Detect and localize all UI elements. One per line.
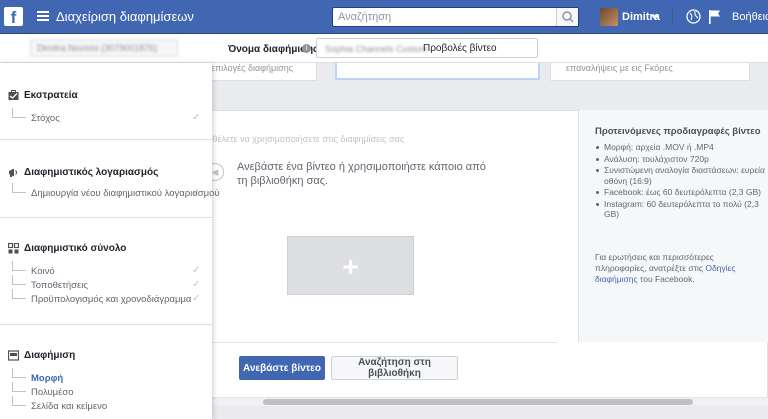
top-card-text: επιλογές διαφήμισης — [211, 63, 294, 73]
plus-icon: + — [342, 251, 359, 282]
section-title: Διαφημιστικός λογαριασμός — [24, 167, 159, 178]
app-title[interactable]: Διαχείριση διαφημίσεων — [56, 9, 194, 24]
spec-item: Ανάλυση: τουλάχιστον 720p — [595, 154, 765, 165]
section-header[interactable]: Εκστρατεία — [8, 90, 78, 101]
avatar[interactable] — [600, 8, 618, 26]
tree-connector — [12, 368, 26, 378]
tree-connector — [12, 108, 26, 118]
search-input[interactable] — [333, 8, 556, 26]
sidebar-item-budget-schedule[interactable]: Προϋπολογισμός και χρονοδιάγραμμα — [12, 289, 191, 305]
chevron-down-icon[interactable] — [651, 15, 659, 20]
globe-icon[interactable] — [686, 9, 701, 24]
tree-connector — [12, 261, 26, 271]
specs-list: Μορφή: αρχεία .MOV ή .MP4 Ανάλυση: τουλά… — [595, 142, 765, 221]
megaphone-icon — [9, 168, 17, 177]
top-card-left: επιλογές διαφήμισης — [200, 63, 317, 81]
divider — [200, 342, 557, 343]
check-icon: ✓ — [192, 187, 201, 198]
spec-item: Μορφή: αρχεία .MOV ή .MP4 — [595, 142, 765, 153]
specs-title: Προτεινόμενες προδιαγραφές βίντεο — [595, 126, 761, 137]
search-icon — [562, 11, 574, 23]
search-button[interactable] — [556, 8, 578, 26]
specs-footer: Για ερωτήσεις και περισσότερες πληροφορί… — [595, 252, 755, 285]
horizontal-scrollbar[interactable] — [213, 397, 768, 406]
section-title: Διαφημιστικό σύνολο — [24, 243, 127, 254]
sidebar-section-ad-set: Διαφημιστικό σύνολο Κοινό ✓ Τοποθετήσεις… — [0, 218, 212, 325]
info-icon[interactable]: i — [302, 44, 311, 53]
ad-name-prefix: Sophia Channels Custom — [325, 44, 428, 54]
specs-footer-text: Για ερωτήσεις και περισσότερες πληροφορί… — [595, 252, 714, 273]
video-placeholder[interactable]: + — [287, 236, 414, 295]
check-icon: ✓ — [192, 265, 201, 276]
tree-connector — [12, 396, 26, 406]
section-header[interactable]: Διαφημιστικός λογαριασμός — [8, 167, 158, 178]
ad-name-bar: Dimitra Νουτσα (3079001876) Όνομα διαφήμ… — [0, 34, 768, 63]
check-icon: ✓ — [192, 112, 201, 123]
upload-hint: Ανεβάστε ένα βίντεο ή χρησιμοποιήστε κάπ… — [237, 161, 486, 187]
top-card-right: επαναλήψεις με εις Fκόρες — [550, 63, 750, 81]
sidebar-section-ad-account: Διαφημιστικός λογαριασμός Δημιουργία νέο… — [0, 140, 220, 218]
sidebar-item-label: Πολυμέσο — [31, 387, 74, 398]
video-specs-panel: Προτεινόμενες προδιαγραφές βίντεο Μορφή:… — [578, 110, 768, 342]
specs-footer-end: του Facebook. — [640, 274, 695, 284]
section-title: Διαφήμιση — [24, 350, 76, 361]
section-header[interactable]: Διαφήμιση — [8, 350, 75, 361]
top-card-selected[interactable] — [335, 63, 540, 80]
tree-connector — [12, 275, 26, 285]
facebook-logo[interactable]: f — [4, 7, 23, 27]
scrollbar-thumb[interactable] — [263, 399, 693, 405]
sidebar-item-label: Μορφή — [31, 373, 64, 384]
spec-item: Facebook: έως 60 δευτερόλεπτα (2,3 GB) — [595, 187, 765, 198]
setup-sidebar: Εκστρατεία Στόχος ✓ Διαφημιστικός λογαρι… — [0, 63, 220, 419]
ad-icon — [8, 350, 19, 361]
browse-library-button[interactable]: Αναζήτηση στη βιβλιοθήκη — [331, 356, 458, 380]
tree-connector — [12, 382, 26, 392]
hamburger-menu-icon[interactable] — [37, 11, 49, 21]
divider — [672, 9, 673, 25]
sidebar-item-page-text[interactable]: Σελίδα και κείμενο — [12, 396, 107, 412]
sidebar-item-create-ad-account[interactable]: Δημιουργία νέου διαφημιστικού λογαριασμο… — [12, 183, 220, 199]
ad-name-value: Προβολές βίντεο — [423, 43, 497, 54]
ad-name-field[interactable]: Sophia Channels Custom Προβολές βίντεο — [316, 38, 538, 58]
sidebar-item-label: Στόχος — [31, 113, 60, 124]
grid-icon — [8, 243, 19, 254]
tree-connector — [12, 183, 26, 193]
sidebar-item-label: Σελίδα και κείμενο — [31, 401, 108, 412]
flag-icon[interactable] — [708, 9, 722, 24]
section-title: Εκστρατεία — [24, 90, 78, 101]
section-header[interactable]: Διαφημιστικό σύνολο — [8, 243, 126, 254]
upload-video-button[interactable]: Ανεβάστε βίντεο — [239, 356, 325, 380]
spec-item: Instagram: 60 δευτερόλεπτα το πολύ (2,3 … — [595, 199, 765, 220]
sidebar-item-label: Τοποθετήσεις — [31, 280, 88, 291]
sidebar-section-ad: Διαφήμιση Μορφή Πολυμέσο Σελίδα και κείμ… — [0, 325, 212, 419]
sidebar-item-label: Κοινό — [31, 266, 55, 277]
help-link[interactable]: Βοήθεια — [732, 11, 768, 23]
top-card-text: επαναλήψεις με εις Fκόρες — [566, 63, 673, 73]
top-navigation-bar: f Διαχείριση διαφημίσεων Dimitra Βοήθεια — [0, 0, 768, 34]
tree-connector — [12, 289, 26, 299]
spec-item: Συνιστώμενη αναλογία διαστάσεων: ευρεία … — [595, 165, 765, 186]
faded-heading: ου θέλετε να χρησιμοποιήσετε στις διαφημ… — [200, 134, 405, 144]
account-selector[interactable]: Dimitra Νουτσα (3079001876) — [30, 39, 178, 57]
check-icon: ✓ — [192, 293, 201, 304]
check-icon: ✓ — [192, 279, 201, 290]
briefcase-icon — [8, 90, 19, 100]
sidebar-item-label: Προϋπολογισμός και χρονοδιάγραμμα — [31, 294, 192, 305]
sidebar-section-campaign: Εκστρατεία Στόχος ✓ — [0, 63, 212, 140]
sidebar-item-objective[interactable]: Στόχος — [12, 108, 60, 124]
search-box — [332, 7, 579, 27]
